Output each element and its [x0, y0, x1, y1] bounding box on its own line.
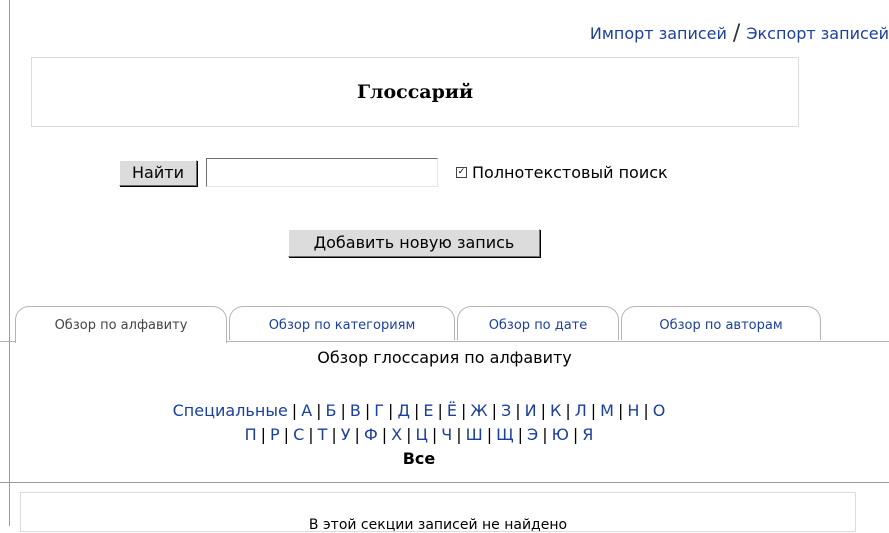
link-separator: /	[732, 21, 741, 46]
letter-link[interactable]: Х	[391, 425, 402, 444]
row1-letters: А | Б | В | Г | Д | Е | Ё | Ж | З | И | К | Л | М | Н | О	[301, 401, 665, 420]
letter-separator: |	[643, 401, 649, 420]
letter-link[interactable]: У	[341, 425, 351, 444]
empty-message: В этой секции записей не найдено	[308, 517, 568, 533]
section-divider	[0, 482, 889, 483]
letter-separator: |	[413, 401, 420, 420]
letter-separator: |	[308, 425, 314, 444]
letter-separator: |	[456, 425, 462, 444]
letter-link[interactable]: Н	[627, 401, 639, 420]
letter-link[interactable]: Ш	[466, 425, 483, 444]
tab-browse-categories[interactable]: Обзор по категориям	[229, 306, 455, 340]
search-input[interactable]	[206, 158, 438, 187]
letter-separator: |	[291, 401, 298, 420]
fulltext-search-option[interactable]: ✓ Полнотекстовый поиск	[456, 163, 668, 182]
tab-browse-date[interactable]: Обзор по дате	[457, 306, 619, 340]
letter-link[interactable]: Ё	[447, 401, 457, 420]
letter-separator: |	[572, 425, 579, 444]
alphabet-row-2: П | Р | С | Т | У | Ф | Х | Ц | Ч | Ш | Щ | Э | Ю | Я	[0, 425, 838, 444]
letter-link[interactable]: Е	[423, 401, 433, 420]
letter-link[interactable]: А	[301, 401, 312, 420]
letter-link[interactable]: П	[245, 425, 257, 444]
letter-separator: |	[542, 425, 548, 444]
export-entries-link[interactable]: Экспорт записей	[746, 24, 889, 43]
empty-entries-box: В этой секции записей не найдено	[20, 492, 856, 533]
letter-link[interactable]: И	[525, 401, 537, 420]
letter-link[interactable]: Ю	[552, 425, 569, 444]
fulltext-label: Полнотекстовый поиск	[472, 163, 668, 182]
letter-separator: |	[515, 401, 521, 420]
alphabet-row-3: Все	[0, 449, 838, 468]
letter-special[interactable]: Специальные	[173, 401, 288, 420]
letter-separator: |	[491, 401, 497, 420]
letter-link[interactable]: Э	[527, 425, 538, 444]
add-entry-button[interactable]: Добавить новую запись	[288, 229, 540, 257]
letter-link[interactable]: М	[600, 401, 614, 420]
letter-link[interactable]: Т	[318, 425, 328, 444]
letter-link[interactable]: Б	[326, 401, 337, 420]
letter-link[interactable]: Ч	[441, 425, 452, 444]
letter-all[interactable]: Все	[403, 449, 436, 468]
letter-separator: |	[540, 401, 546, 420]
letter-separator: |	[437, 401, 443, 420]
tab-browse-authors[interactable]: Обзор по авторам	[621, 306, 821, 340]
letter-separator: |	[460, 401, 467, 420]
letter-link[interactable]: К	[550, 401, 561, 420]
import-export-links: Импорт записей / Экспорт записей	[590, 21, 889, 46]
letter-link[interactable]: О	[653, 401, 666, 420]
letter-separator: |	[316, 401, 322, 420]
letter-link[interactable]: Ц	[415, 425, 427, 444]
tab-browse-alphabet[interactable]: Обзор по алфавиту	[15, 306, 227, 343]
glossary-title-box: Глоссарий	[31, 57, 799, 127]
letter-separator: |	[340, 401, 346, 420]
letter-separator: |	[364, 401, 371, 420]
letter-separator: |	[590, 401, 597, 420]
letter-link[interactable]: Р	[270, 425, 280, 444]
letter-separator: |	[260, 425, 267, 444]
letter-link[interactable]: Г	[374, 401, 384, 420]
letter-separator: |	[354, 425, 360, 444]
letter-separator: |	[388, 401, 394, 420]
letter-link[interactable]: С	[293, 425, 304, 444]
fulltext-checkbox[interactable]: ✓	[456, 167, 467, 178]
row2-letters: П | Р | С | Т | У | Ф | Х | Ц | Ч | Ш | Щ | Э | Ю | Я	[245, 425, 594, 444]
active-tab-gap	[16, 341, 226, 342]
letter-link[interactable]: Щ	[496, 425, 514, 444]
letter-separator: |	[565, 401, 571, 420]
letter-link[interactable]: Д	[397, 401, 410, 420]
letter-link[interactable]: Ж	[470, 401, 487, 420]
left-frame-border	[9, 0, 10, 526]
alphabet-row-1: Специальные | А | Б | В | Г | Д | Е | Ё | Ж | З | И | К | Л | М | Н |…	[0, 401, 838, 420]
letter-separator: |	[331, 425, 337, 444]
letter-separator: |	[406, 425, 412, 444]
letter-separator: |	[431, 425, 438, 444]
letter-link[interactable]: Ф	[364, 425, 378, 444]
letter-link[interactable]: Я	[582, 425, 593, 444]
browse-title: Обзор глоссария по алфавиту	[317, 348, 572, 367]
letter-separator: |	[381, 425, 388, 444]
search-button[interactable]: Найти	[119, 160, 197, 186]
page-title: Глоссарий	[356, 81, 474, 103]
letter-link[interactable]: В	[350, 401, 361, 420]
letter-separator: |	[283, 425, 290, 444]
letter-link[interactable]: Л	[575, 401, 587, 420]
letter-separator: |	[617, 401, 624, 420]
letter-separator: |	[486, 425, 493, 444]
import-entries-link[interactable]: Импорт записей	[590, 24, 727, 43]
letter-separator: |	[517, 425, 524, 444]
letter-link[interactable]: З	[501, 401, 511, 420]
